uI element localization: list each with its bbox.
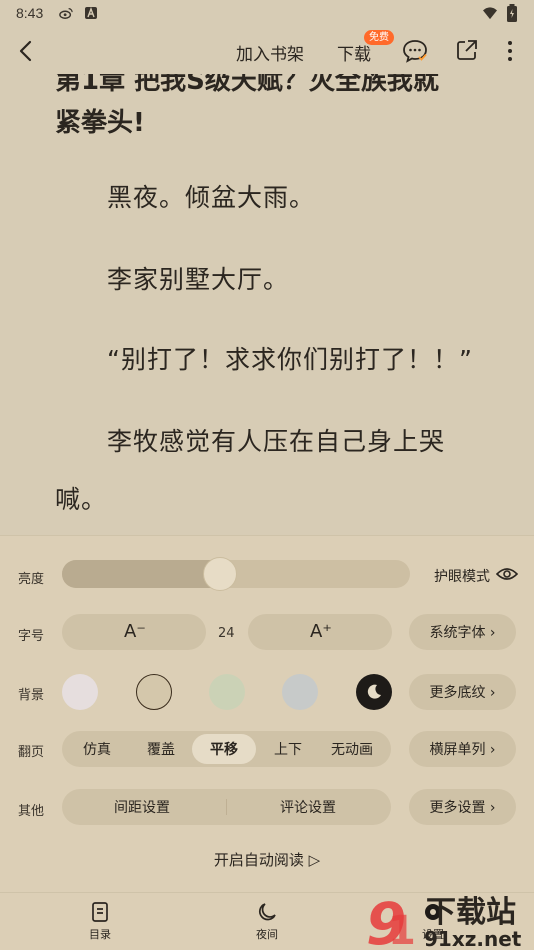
flip-option-vertical[interactable]: 上下 — [274, 739, 302, 759]
night-mode-icon — [259, 903, 276, 921]
chapter-title-clipped: 第1章 把我S级天赋？灭全族我就 — [55, 74, 439, 96]
reading-settings-panel: 亮度 护眼模式 字号 A⁻ 24 A⁺ 系统字体 › 背景 更多底纹 › 翻页 … — [0, 535, 534, 892]
brightness-fill — [62, 560, 226, 588]
catalog-icon — [92, 902, 108, 922]
spacing-settings-button[interactable]: 间距设置 — [114, 797, 170, 817]
background-swatch-beige[interactable] — [136, 674, 172, 710]
eye-mode-toggle[interactable]: 护眼模式 — [434, 566, 490, 586]
background-swatch-green[interactable] — [209, 674, 245, 710]
download-button[interactable]: 下载 — [337, 40, 371, 65]
reader-content[interactable]: 第1章 把我S级天赋？灭全族我就 紧拳头! 黑夜。倾盆大雨。 李家别墅大厅。 “… — [0, 74, 534, 534]
comment-settings-button[interactable]: 评论设置 — [280, 797, 336, 817]
paragraph: 喊。 — [55, 485, 108, 514]
moon-icon — [367, 684, 381, 699]
site-watermark-logo: 9 1 下载站 91xz.net — [366, 892, 522, 950]
auto-read-button[interactable]: 开启自动阅读 ▷ — [0, 849, 534, 870]
divider — [226, 799, 227, 815]
share-icon[interactable] — [455, 38, 479, 62]
watermark-text: 下载站 — [426, 895, 516, 930]
brightness-thumb[interactable] — [203, 557, 238, 591]
brightness-slider[interactable] — [62, 557, 410, 591]
back-arrow-icon[interactable] — [12, 36, 40, 66]
font-decrease-glyph: A⁻ — [124, 621, 146, 642]
paragraph: 李家别墅大厅。 — [107, 265, 290, 294]
brightness-label: 亮度 — [18, 572, 45, 587]
watermark-domain: 91xz.net — [424, 927, 522, 950]
weibo-icon — [59, 8, 73, 19]
flip-option-slide[interactable]: 平移 — [210, 739, 238, 759]
add-to-shelf-button[interactable]: 加入书架 — [236, 40, 304, 65]
paragraph: 李牧感觉有人压在自己身上哭 — [107, 427, 446, 456]
more-background-button[interactable]: 更多底纹 › — [409, 674, 516, 710]
flip-option-simulate[interactable]: 仿真 — [83, 739, 111, 759]
free-badge: 免费 — [364, 30, 394, 45]
more-settings-button[interactable]: 更多设置 › — [409, 789, 516, 825]
background-swatch-dark[interactable] — [356, 674, 392, 710]
nav-night[interactable]: 夜间 — [237, 901, 297, 942]
more-vertical-icon[interactable] — [500, 38, 520, 64]
flip-option-none[interactable]: 无动画 — [331, 739, 373, 759]
wifi-icon — [483, 7, 497, 20]
svg-text:1: 1 — [388, 908, 416, 950]
background-label: 背景 — [18, 688, 45, 703]
font-decrease-button[interactable]: A⁻ — [62, 614, 206, 650]
flip-option-cover[interactable]: 覆盖 — [147, 739, 175, 759]
nav-catalog-label: 目录 — [89, 928, 111, 941]
other-settings-group: 间距设置 评论设置 — [62, 789, 391, 825]
nav-night-label: 夜间 — [256, 928, 278, 941]
other-label: 其他 — [18, 804, 45, 819]
top-bar: 加入书架 下载 免费 — [0, 28, 534, 74]
font-increase-glyph: A⁺ — [310, 621, 332, 642]
battery-icon — [507, 4, 517, 22]
notification-a-icon — [85, 7, 97, 19]
status-time: 8:43 — [16, 5, 44, 21]
paragraph: “别打了！求求你们别打了！！” — [107, 345, 473, 374]
system-font-button[interactable]: 系统字体 › — [409, 614, 516, 650]
comment-icon[interactable] — [402, 38, 428, 64]
page-flip-label: 翻页 — [18, 745, 45, 760]
nav-catalog[interactable]: 目录 — [70, 901, 130, 942]
background-swatch-pink[interactable] — [62, 674, 98, 710]
eye-icon[interactable] — [496, 566, 518, 582]
paragraph: 黑夜。倾盆大雨。 — [107, 183, 316, 212]
font-size-value: 24 — [218, 626, 235, 641]
status-bar: 8:43 — [0, 0, 534, 28]
background-swatch-grey[interactable] — [282, 674, 318, 710]
font-size-label: 字号 — [18, 629, 45, 644]
landscape-single-button[interactable]: 横屏单列 › — [409, 731, 516, 767]
chapter-title: 紧拳头! — [55, 108, 145, 138]
font-increase-button[interactable]: A⁺ — [248, 614, 392, 650]
page-flip-selector: 仿真 覆盖 平移 上下 无动画 — [62, 731, 391, 767]
